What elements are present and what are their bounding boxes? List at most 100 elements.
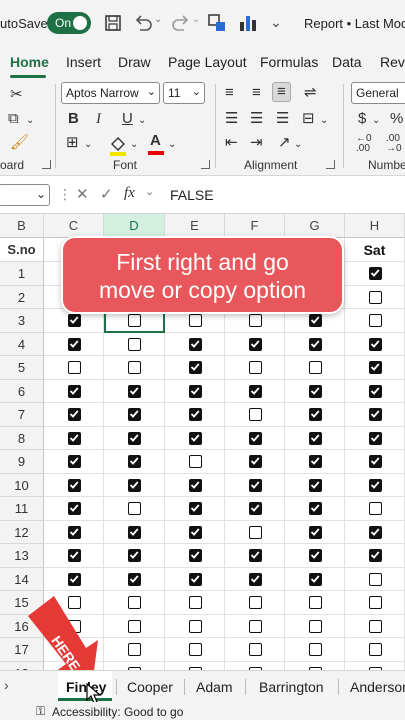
formula-input[interactable]: FALSE xyxy=(170,187,214,203)
cell-g5[interactable] xyxy=(285,356,345,380)
cell-c13[interactable] xyxy=(44,544,104,568)
font-launcher-icon[interactable] xyxy=(201,160,210,169)
unchecked-checkbox[interactable] xyxy=(368,596,382,610)
cell-g8[interactable] xyxy=(285,426,345,450)
checked-checkbox[interactable] xyxy=(128,549,141,563)
underline-dropdown-icon[interactable]: ⌄ xyxy=(138,112,146,130)
cell-d13[interactable] xyxy=(104,544,165,568)
checked-checkbox[interactable] xyxy=(188,408,202,422)
cell-c11[interactable] xyxy=(44,497,104,521)
cell-c14[interactable] xyxy=(44,567,104,591)
cell-e11[interactable] xyxy=(165,497,225,521)
redo-icon[interactable] xyxy=(170,12,192,34)
checked-checkbox[interactable] xyxy=(67,384,81,398)
undo-icon[interactable] xyxy=(132,12,154,34)
alignment-launcher-icon[interactable] xyxy=(326,160,335,169)
checked-checkbox[interactable] xyxy=(308,502,322,516)
checked-checkbox[interactable] xyxy=(368,455,382,469)
cell-h14[interactable] xyxy=(345,567,405,591)
wrap-text-icon[interactable]: ⇌ xyxy=(304,84,317,102)
cell-f8[interactable] xyxy=(225,426,285,450)
unchecked-checkbox[interactable] xyxy=(188,314,202,328)
cell-h7[interactable] xyxy=(345,403,405,427)
tab-home[interactable]: Home xyxy=(10,54,49,70)
checked-checkbox[interactable] xyxy=(128,384,141,398)
unchecked-checkbox[interactable] xyxy=(368,290,382,304)
fill-color-icon[interactable] xyxy=(108,134,128,156)
unchecked-checkbox[interactable] xyxy=(248,619,262,633)
cell-h4[interactable] xyxy=(345,332,405,356)
column-header-b[interactable]: B xyxy=(0,214,44,238)
unchecked-checkbox[interactable] xyxy=(248,408,262,422)
unchecked-checkbox[interactable] xyxy=(308,596,322,610)
more-commands-icon[interactable]: ⌄ xyxy=(270,14,282,31)
chart-icon[interactable] xyxy=(236,12,258,34)
checked-checkbox[interactable] xyxy=(67,478,81,492)
checked-checkbox[interactable] xyxy=(368,478,382,492)
checked-checkbox[interactable] xyxy=(248,572,262,586)
unchecked-checkbox[interactable] xyxy=(128,361,141,375)
borders-icon[interactable]: ⊞ xyxy=(66,134,79,152)
merge-center-icon[interactable]: ⊟ xyxy=(302,110,315,128)
row-number[interactable]: 4 xyxy=(0,332,44,356)
tab-page-layout[interactable]: Page Layout xyxy=(168,54,247,70)
cell-d7[interactable] xyxy=(104,403,165,427)
unchecked-checkbox[interactable] xyxy=(368,314,382,328)
unchecked-checkbox[interactable] xyxy=(128,643,141,657)
unchecked-checkbox[interactable] xyxy=(128,337,141,351)
document-title[interactable]: Report • Last Modi xyxy=(304,16,405,31)
cell-e8[interactable] xyxy=(165,426,225,450)
checked-checkbox[interactable] xyxy=(188,572,202,586)
cell-e17[interactable] xyxy=(165,638,225,662)
tab-review[interactable]: Revi xyxy=(380,54,405,70)
cell-h3[interactable] xyxy=(345,309,405,333)
percent-button[interactable]: % xyxy=(390,110,403,128)
cell-d14[interactable] xyxy=(104,567,165,591)
sheet-tab-cooper[interactable]: Cooper xyxy=(127,679,173,695)
cell-e16[interactable] xyxy=(165,614,225,638)
unchecked-checkbox[interactable] xyxy=(188,619,202,633)
cell-h12[interactable] xyxy=(345,520,405,544)
cell-g12[interactable] xyxy=(285,520,345,544)
checked-checkbox[interactable] xyxy=(368,408,382,422)
autosave-toggle[interactable]: On xyxy=(47,12,91,34)
cell-e13[interactable] xyxy=(165,544,225,568)
cell-d16[interactable] xyxy=(104,614,165,638)
currency-dropdown-icon[interactable]: ⌄ xyxy=(372,112,380,130)
checked-checkbox[interactable] xyxy=(67,502,81,516)
cell-f12[interactable] xyxy=(225,520,285,544)
unchecked-checkbox[interactable] xyxy=(128,619,141,633)
cell-h15[interactable] xyxy=(345,591,405,615)
cell-d4[interactable] xyxy=(104,332,165,356)
cell-e6[interactable] xyxy=(165,379,225,403)
unchecked-checkbox[interactable] xyxy=(368,643,382,657)
cell-e10[interactable] xyxy=(165,473,225,497)
checked-checkbox[interactable] xyxy=(67,549,81,563)
checked-checkbox[interactable] xyxy=(308,337,322,351)
number-format-select[interactable]: General xyxy=(351,82,405,104)
checked-checkbox[interactable] xyxy=(308,384,322,398)
unchecked-checkbox[interactable] xyxy=(188,643,202,657)
sheet-tab-barrington[interactable]: Barrington xyxy=(259,679,324,695)
checked-checkbox[interactable] xyxy=(308,455,322,469)
bold-button[interactable]: B xyxy=(68,110,79,128)
cell-f11[interactable] xyxy=(225,497,285,521)
row-number[interactable]: 6 xyxy=(0,379,44,403)
checked-checkbox[interactable] xyxy=(308,314,322,328)
row-number[interactable]: 10 xyxy=(0,473,44,497)
checked-checkbox[interactable] xyxy=(188,361,202,375)
unchecked-checkbox[interactable] xyxy=(308,361,322,375)
row-number[interactable]: 2 xyxy=(0,285,44,309)
cell-c6[interactable] xyxy=(44,379,104,403)
tab-formulas[interactable]: Formulas xyxy=(260,54,318,70)
checked-checkbox[interactable] xyxy=(248,337,262,351)
currency-button[interactable]: $ xyxy=(358,110,366,128)
font-size-select[interactable]: 11 ⌄ xyxy=(163,82,205,104)
cell-g15[interactable] xyxy=(285,591,345,615)
cell-d17[interactable] xyxy=(104,638,165,662)
borders-dropdown-icon[interactable]: ⌄ xyxy=(84,136,92,154)
cell-d9[interactable] xyxy=(104,450,165,474)
row-number[interactable]: 13 xyxy=(0,544,44,568)
orientation-dropdown-icon[interactable]: ⌄ xyxy=(294,136,302,154)
checked-checkbox[interactable] xyxy=(128,572,141,586)
